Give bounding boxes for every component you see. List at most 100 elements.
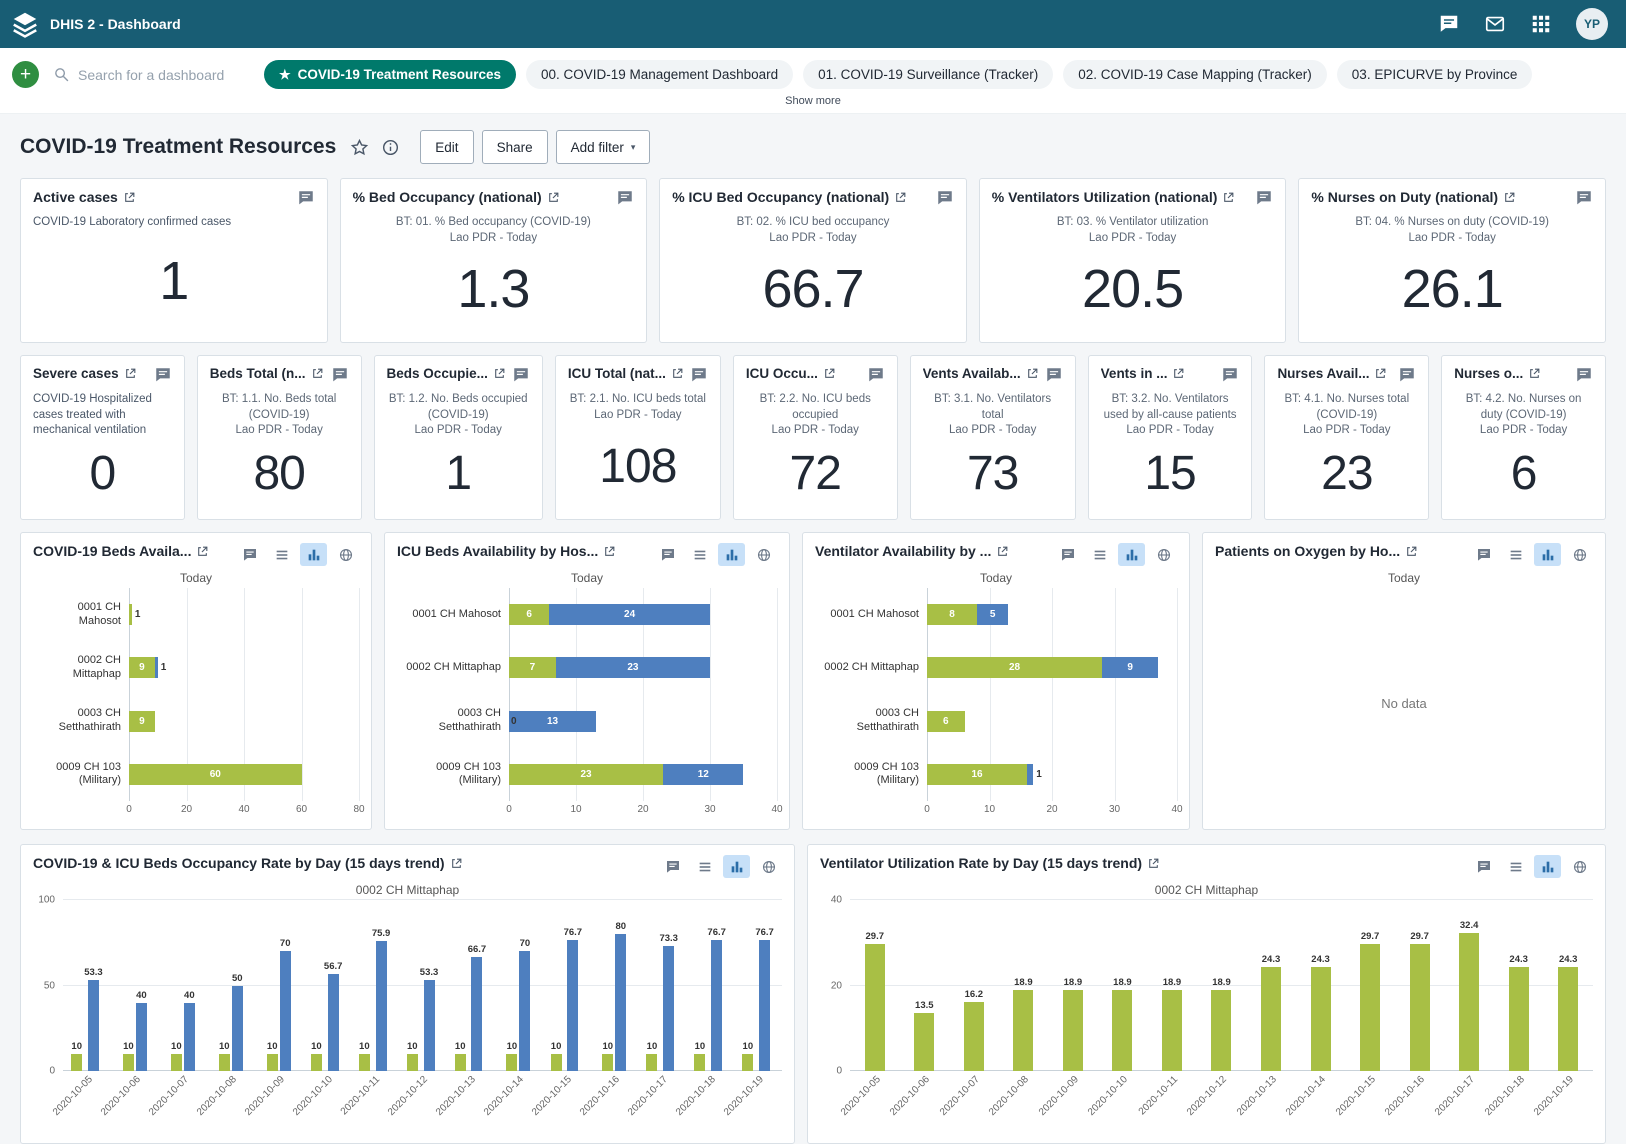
item-interpretations-button[interactable]	[1398, 366, 1416, 384]
view-as-chart-button[interactable]	[1118, 543, 1145, 566]
dashboard-chip[interactable]: ★COVID-19 Treatment Resources	[264, 60, 516, 89]
open-in-app-icon[interactable]	[671, 367, 684, 380]
item-subtitle: BT: 03. % Ventilator utilizationLao PDR …	[992, 215, 1274, 246]
item-subtitle-line: Lao PDR - Today	[568, 408, 708, 424]
share-button[interactable]: Share	[482, 130, 548, 164]
dhis2-logo-icon[interactable]	[10, 9, 40, 39]
chart-category-label: 0001 CH Mahosot	[397, 588, 509, 641]
open-in-app-icon[interactable]	[124, 367, 137, 380]
open-in-app-icon[interactable]	[1528, 367, 1541, 380]
view-as-map-button[interactable]	[750, 543, 777, 566]
interpretations-icon[interactable]	[1438, 13, 1460, 35]
item-interpretations-button[interactable]	[1045, 366, 1063, 384]
new-dashboard-button[interactable]: +	[12, 61, 39, 88]
bar-value-label: 18.9	[1014, 977, 1033, 988]
view-as-chart-button[interactable]	[723, 855, 750, 878]
item-subtitle-line: Lao PDR - Today	[210, 423, 349, 439]
item-interpretations-button[interactable]	[867, 366, 885, 384]
item-interpretations-button[interactable]	[1221, 366, 1239, 384]
open-in-app-icon[interactable]	[196, 545, 209, 558]
item-interpretations-button[interactable]	[297, 189, 315, 207]
chart-bar	[914, 1013, 934, 1071]
item-interpretations-button[interactable]	[1470, 855, 1497, 878]
chart-bar	[1112, 990, 1132, 1071]
view-as-table-button[interactable]	[1502, 855, 1529, 878]
dashboard-info-icon[interactable]	[381, 138, 400, 157]
open-in-app-icon[interactable]	[894, 191, 907, 204]
item-title-text: COVID-19 Beds Availa...	[33, 543, 191, 559]
chart-category-group: 1040	[111, 900, 159, 1071]
chart-bar	[88, 980, 99, 1071]
item-interpretations-button[interactable]	[236, 543, 263, 566]
item-interpretations-button[interactable]	[154, 366, 172, 384]
dashboard-item: % ICU Bed Occupancy (national)BT: 02. % …	[659, 178, 967, 343]
chart-bar-segment: 9	[129, 657, 155, 678]
dashboard-chip[interactable]: 00. COVID-19 Management Dashboard	[526, 60, 793, 89]
item-interpretations-button[interactable]	[512, 366, 530, 384]
open-in-app-icon[interactable]	[1026, 367, 1039, 380]
item-interpretations-button[interactable]	[1575, 189, 1593, 207]
chart-category-label: 0001 CH Mahosot	[33, 588, 129, 641]
view-as-table-button[interactable]	[686, 543, 713, 566]
item-view-toggles	[236, 543, 359, 566]
open-in-app-icon[interactable]	[1405, 545, 1418, 558]
bar-value-label: 9	[139, 662, 145, 673]
item-interpretations-button[interactable]	[616, 189, 634, 207]
open-in-app-icon[interactable]	[450, 857, 463, 870]
dashboard-chip[interactable]: 01. COVID-19 Surveillance (Tracker)	[803, 60, 1053, 89]
edit-button[interactable]: Edit	[420, 130, 473, 164]
open-in-app-icon[interactable]	[823, 367, 836, 380]
open-in-app-icon[interactable]	[1222, 191, 1235, 204]
open-in-app-icon[interactable]	[123, 191, 136, 204]
item-interpretations-button[interactable]	[654, 543, 681, 566]
view-as-map-button[interactable]	[1150, 543, 1177, 566]
open-in-app-icon[interactable]	[1503, 191, 1516, 204]
star-dashboard-icon[interactable]	[350, 138, 369, 157]
view-as-chart-button[interactable]	[1534, 543, 1561, 566]
view-as-table-button[interactable]	[691, 855, 718, 878]
open-in-app-icon[interactable]	[1172, 367, 1185, 380]
dashboard-chip[interactable]: 02. COVID-19 Case Mapping (Tracker)	[1063, 60, 1327, 89]
item-interpretations-button[interactable]	[690, 366, 708, 384]
add-filter-button[interactable]: Add filter▾	[556, 130, 651, 164]
chart-category-group: 1066.7	[447, 900, 495, 1071]
chart: Today0001 CH Mahosot0002 CH Mittaphap000…	[815, 566, 1177, 819]
open-in-app-icon[interactable]	[547, 191, 560, 204]
chart-bar	[71, 1054, 82, 1071]
view-as-table-button[interactable]	[1086, 543, 1113, 566]
view-as-chart-button[interactable]	[718, 543, 745, 566]
open-in-app-icon[interactable]	[996, 545, 1009, 558]
open-in-app-icon[interactable]	[603, 545, 616, 558]
apps-menu-icon[interactable]	[1530, 13, 1552, 35]
item-interpretations-button[interactable]	[1470, 543, 1497, 566]
view-as-chart-button[interactable]	[1534, 855, 1561, 878]
view-as-map-button[interactable]	[755, 855, 782, 878]
open-in-app-icon[interactable]	[311, 367, 324, 380]
chart-bar	[280, 951, 291, 1071]
messages-icon[interactable]	[1484, 13, 1506, 35]
open-in-app-icon[interactable]	[1374, 367, 1387, 380]
view-as-map-button[interactable]	[332, 543, 359, 566]
user-avatar[interactable]: YP	[1576, 8, 1608, 40]
chart-category-group: 24.3	[1246, 900, 1296, 1071]
chart-bar	[1311, 967, 1331, 1071]
item-interpretations-button[interactable]	[1054, 543, 1081, 566]
view-as-table-button[interactable]	[1502, 543, 1529, 566]
open-in-app-icon[interactable]	[1147, 857, 1160, 870]
bar-value-label: 10	[311, 1041, 322, 1052]
chart-cards-row-2: COVID-19 & ICU Beds Occupancy Rate by Da…	[20, 844, 1606, 1144]
view-as-chart-button[interactable]	[300, 543, 327, 566]
x-axis: 010203040	[397, 801, 777, 819]
view-as-table-button[interactable]	[268, 543, 295, 566]
dashboard-search-input[interactable]	[78, 67, 246, 83]
view-as-map-button[interactable]	[1566, 543, 1593, 566]
item-interpretations-button[interactable]	[936, 189, 954, 207]
item-interpretations-button[interactable]	[1255, 189, 1273, 207]
show-more-link[interactable]: Show more	[12, 89, 1614, 113]
item-interpretations-button[interactable]	[659, 855, 686, 878]
item-interpretations-button[interactable]	[1575, 366, 1593, 384]
item-interpretations-button[interactable]	[331, 366, 349, 384]
view-as-map-button[interactable]	[1566, 855, 1593, 878]
open-in-app-icon[interactable]	[493, 367, 506, 380]
dashboard-chip[interactable]: 03. EPICURVE by Province	[1337, 60, 1533, 89]
